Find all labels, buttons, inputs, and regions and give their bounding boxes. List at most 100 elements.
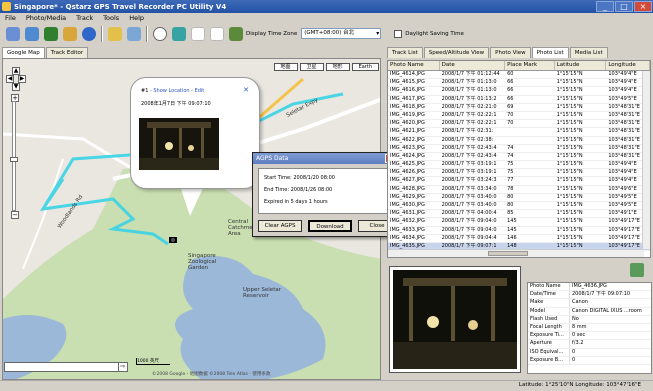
property-row: Flash Used No xyxy=(528,315,651,324)
table-vertical-scrollbar[interactable] xyxy=(642,71,650,249)
address-input[interactable] xyxy=(4,362,124,372)
map-type-satellite[interactable]: 卫星 xyxy=(299,63,324,71)
download-agps-button[interactable]: Download xyxy=(308,220,352,232)
col-photo-name[interactable]: Photo Name xyxy=(388,61,440,70)
table-row[interactable]: IMG_4630.JPG 2008/1/7 下午 03:40:0 80 1°15'15… xyxy=(388,202,650,211)
table-row[interactable]: IMG_4633.JPG 2008/1/7 下午 09:04:0 145 1°15'1… xyxy=(388,227,650,235)
table-row[interactable]: IMG_4632.JPG 2008/1/7 下午 09:04:0 145 1°15'1… xyxy=(388,218,650,227)
table-cell: 1°15'15"N xyxy=(556,218,583,225)
table-cell: 1°15'15"N xyxy=(556,161,583,168)
clear-agps-button[interactable]: Clear AGPS xyxy=(258,220,302,232)
tab-speed-altitude[interactable]: Speed/Altitude View xyxy=(423,47,490,58)
menu-file[interactable]: File xyxy=(5,14,16,22)
dst-checkbox[interactable] xyxy=(394,29,403,38)
menu-help[interactable]: Help xyxy=(129,14,144,22)
table-row[interactable]: IMG_4616.JPG 2008/1/7 下午 01:13:0 66 1°15'15… xyxy=(388,87,650,96)
zoom-slider-thumb[interactable] xyxy=(10,157,18,162)
table-row[interactable]: IMG_4634.JPG 2008/1/7 下午 09:04:4 146 1°15'1… xyxy=(388,235,650,243)
tab-photo-view[interactable]: Photo View xyxy=(490,47,531,58)
table-cell: IMG_4623.JPG xyxy=(390,144,425,151)
popup-show-location-link[interactable]: - Show Location - Edit xyxy=(150,88,204,94)
col-longitude[interactable]: Longitude xyxy=(606,61,650,70)
tab-track-editor[interactable]: Track Editor xyxy=(45,47,89,58)
property-key: Aperture xyxy=(528,340,570,348)
properties-body: Photo Name IMG_4636.JPG Date/Time 2008/1/7 … xyxy=(528,283,651,365)
table-row[interactable]: IMG_4617.JPG 2008/1/7 下午 01:13:2 66 1°15'15… xyxy=(388,96,650,104)
import-button[interactable] xyxy=(4,25,22,43)
table-cell: IMG_4629.JPG xyxy=(390,193,425,200)
tab-media-list[interactable]: Media List xyxy=(569,47,608,58)
property-value: No xyxy=(572,315,579,322)
close-icon[interactable]: × xyxy=(634,1,652,12)
disk-button[interactable] xyxy=(170,25,188,43)
tab-track-list[interactable]: Track List xyxy=(387,47,423,58)
menu-tools[interactable]: Tools xyxy=(103,14,119,22)
photo-export-icon[interactable] xyxy=(630,263,644,277)
table-row[interactable]: IMG_4628.JPG 2008/1/7 下午 03:34:0 78 1°15'15… xyxy=(388,186,650,194)
col-date[interactable]: Date xyxy=(440,61,506,70)
table-row[interactable]: IMG_4625.JPG 2008/1/7 下午 03:19:1 75 1°15'15… xyxy=(388,161,650,170)
photo-button[interactable] xyxy=(125,25,143,43)
table-row[interactable]: IMG_4614.JPG 2008/1/7 下午 01:12:44 60 1°15'1… xyxy=(388,71,650,80)
map-type-map[interactable]: 地图 xyxy=(273,63,298,71)
table-cell: 1°15'15"N xyxy=(556,79,583,86)
table-row[interactable]: IMG_4631.JPG 2008/1/7 下午 04:00:4 85 1°15'15… xyxy=(388,210,650,219)
table-horizontal-scrollbar[interactable] xyxy=(388,249,644,257)
gps-button[interactable] xyxy=(227,25,245,43)
menu-track[interactable]: Track xyxy=(76,14,93,22)
edit-button[interactable] xyxy=(106,25,124,43)
tab-photo-list[interactable]: Photo List xyxy=(531,47,569,58)
col-place-mark[interactable]: Place Mark xyxy=(505,61,555,70)
table-cell xyxy=(505,137,555,144)
table-row[interactable]: IMG_4620.JPG 2008/1/7 下午 02:22:1 70 1°15'15… xyxy=(388,120,650,129)
zoom-out-icon[interactable]: − xyxy=(11,211,19,219)
pan-right-icon[interactable]: ▶ xyxy=(18,75,26,83)
open-button[interactable] xyxy=(42,25,60,43)
table-row[interactable]: IMG_4624.JPG 2008/1/7 下午 02:43:4 74 1°15'15… xyxy=(388,153,650,162)
popup-id: #1 xyxy=(141,88,149,94)
photo-preview[interactable] xyxy=(390,267,520,372)
minimize-icon[interactable]: _ xyxy=(596,1,614,12)
col-latitude[interactable]: Latitude xyxy=(555,61,607,70)
table-cell: 2008/1/7 下午 03:24:3 xyxy=(441,177,497,184)
search-go-icon[interactable]: ⇨ xyxy=(118,362,128,372)
locr-button[interactable] xyxy=(208,25,226,43)
pan-up-icon[interactable]: ▲ xyxy=(12,67,20,75)
table-row[interactable]: IMG_4627.JPG 2008/1/7 下午 03:24:3 77 1°15'15… xyxy=(388,177,650,186)
menu-photo-media[interactable]: Photo/Media xyxy=(26,14,66,22)
table-row[interactable]: IMG_4623.JPG 2008/1/7 下午 02:43:4 74 1°15'15… xyxy=(388,145,650,153)
table-cell: 75 xyxy=(507,169,514,176)
timezone-select[interactable]: (GMT+08:00) 台北 xyxy=(301,28,382,39)
table-row[interactable]: IMG_4626.JPG 2008/1/7 下午 03:19:1 75 1°15'15… xyxy=(388,169,650,178)
flickr-button[interactable] xyxy=(189,25,207,43)
globe-button[interactable] xyxy=(80,25,98,43)
table-cell: IMG_4617.JPG xyxy=(390,95,425,102)
table-row[interactable]: IMG_4621.JPG 2008/1/7 下午 02:31: 1°15'15"N 1… xyxy=(388,128,650,137)
pan-control: ▲ ◀ ▶ ▼ xyxy=(6,67,26,91)
download-button[interactable] xyxy=(23,25,41,43)
table-cell: 2008/1/7 下午 01:13:2 xyxy=(441,95,497,102)
clock-button[interactable] xyxy=(151,25,169,43)
property-row: Date/Time 2008/1/7 下午 09:07:10 xyxy=(528,291,651,300)
property-value: 2008/1/7 下午 09:07:10 xyxy=(572,291,631,298)
table-row[interactable]: IMG_4615.JPG 2008/1/7 下午 01:13:0 66 1°15'15… xyxy=(388,79,650,88)
table-row[interactable]: IMG_4629.JPG 2008/1/7 下午 03:40:0 80 1°15'15… xyxy=(388,194,650,202)
table-row[interactable]: IMG_4618.JPG 2008/1/7 下午 02:21:0 69 1°15'15… xyxy=(388,104,650,112)
save-button[interactable] xyxy=(61,25,79,43)
pan-left-icon[interactable]: ◀ xyxy=(6,75,14,83)
tab-google-map[interactable]: Google Map xyxy=(2,47,45,58)
table-cell: IMG_4626.JPG xyxy=(390,169,425,176)
table-cell: 1°15'15"N xyxy=(556,185,583,192)
popup-photo[interactable] xyxy=(139,118,219,170)
table-row[interactable]: IMG_4619.JPG 2008/1/7 下午 02:22:1 70 1°15'15… xyxy=(388,111,650,121)
scrollbar-thumb[interactable] xyxy=(488,251,528,256)
pan-down-icon[interactable]: ▼ xyxy=(12,83,20,91)
table-row[interactable]: IMG_4622.JPG 2008/1/7 下午 02:38: 1°15'15"N 1… xyxy=(388,137,650,145)
table-cell: 1°15'15"N xyxy=(556,111,583,118)
layers-icon xyxy=(44,26,58,41)
popup-close-icon[interactable]: ✕ xyxy=(243,86,249,94)
maximize-icon[interactable]: □ xyxy=(615,1,633,12)
zoom-slider[interactable] xyxy=(12,101,16,211)
map-type-terrain[interactable]: 地形 xyxy=(325,63,350,71)
map-type-earth[interactable]: Earth xyxy=(351,63,379,71)
